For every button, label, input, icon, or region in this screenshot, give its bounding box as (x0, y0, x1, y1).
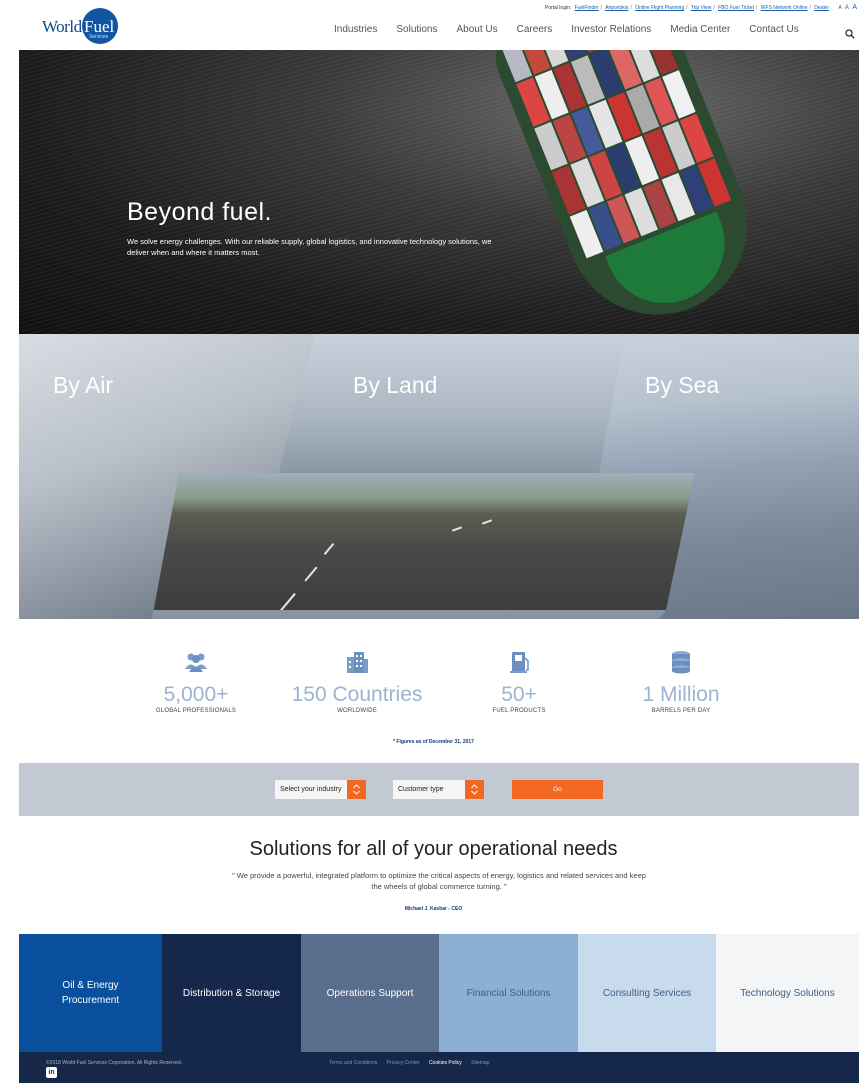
industry-select[interactable]: Select your industry (275, 780, 366, 799)
portal-link-flight-planning[interactable]: Online Flight Planning (635, 5, 684, 11)
portal-link-wfs-network[interactable]: WFS Network Online (761, 5, 808, 11)
chevron-up-down-icon (353, 784, 360, 795)
portal-link-airportskis[interactable]: Airportskis (605, 5, 628, 11)
stat-professionals-number: 5,000+ (163, 683, 229, 706)
top-utility-bar: Portal login: FuelFinder / Airportskis / O… (0, 4, 867, 14)
hero-subtitle: We solve energy challenges. With our rel… (127, 237, 492, 257)
logo-world-text: World (42, 17, 82, 36)
customer-type-select[interactable]: Customer type (393, 780, 484, 799)
font-size-controls: A A A (836, 4, 857, 11)
stat-fuel-products: 50+ FUEL PRODUCTS (439, 650, 599, 714)
industry-select-arrow[interactable] (347, 780, 366, 799)
tile-label: Financial Solutions (466, 987, 551, 999)
world-fuel-logo[interactable]: World Fuel Services (42, 8, 122, 46)
solutions-title: Solutions for all of your operational ne… (249, 838, 618, 860)
tile-label: Distribution & Storage (182, 987, 281, 999)
portal-link-fbo-fuel-ticket[interactable]: FBO Fuel Ticket (718, 5, 754, 11)
footer-links: Terms and Conditions Privacy Center Cook… (329, 1060, 497, 1066)
footer-link-privacy[interactable]: Privacy Center (387, 1060, 420, 1066)
tile-distribution-storage[interactable]: Distribution & Storage (162, 934, 301, 1052)
barrels-icon (672, 651, 690, 674)
tile-consulting-services[interactable]: Consulting Services (578, 934, 716, 1052)
by-sea-label[interactable]: By Sea (645, 372, 719, 399)
stat-barrels-number: 1 Million (642, 683, 720, 706)
portal-link-fuelfinder[interactable]: FuelFinder (575, 5, 599, 11)
road-image (152, 473, 695, 610)
industry-select-value: Select your industry (280, 786, 342, 793)
tile-financial-solutions[interactable]: Financial Solutions (439, 934, 578, 1052)
company-stats: 5,000+ GLOBAL PROFESSIONALS 150 Countrie… (0, 650, 867, 730)
stat-countries-caption: WORLDWIDE (337, 708, 377, 714)
stat-countries-number: 150 Countries (291, 683, 423, 706)
linkedin-icon[interactable]: in (46, 1067, 57, 1078)
footer-link-sitemap[interactable]: Sitemap (471, 1060, 489, 1066)
nav-solutions[interactable]: Solutions (396, 24, 437, 35)
logo-services-text: Services (89, 34, 109, 40)
main-nav: Industries Solutions About Us Careers In… (334, 24, 818, 35)
stat-countries: 150 Countries WORLDWIDE (277, 650, 437, 714)
stat-barrels: 1 Million BARRELS PER DAY (601, 650, 761, 714)
portal-link-dealer[interactable]: Dealer (814, 5, 829, 11)
stat-professionals: 5,000+ GLOBAL PROFESSIONALS (116, 650, 276, 714)
solution-tiles: Oil & Energy Procurement Distribution & … (19, 934, 859, 1052)
tile-operations-support[interactable]: Operations Support (301, 934, 439, 1052)
customer-type-arrow[interactable] (465, 780, 484, 799)
nav-contact-us[interactable]: Contact Us (749, 24, 798, 35)
tile-label: Operations Support (326, 987, 414, 999)
stat-professionals-caption: GLOBAL PROFESSIONALS (155, 708, 237, 714)
nav-investor-relations[interactable]: Investor Relations (571, 24, 651, 35)
portal-link-trip-view[interactable]: Trip View (691, 5, 712, 11)
building-icon (347, 652, 368, 673)
footer: ©2018 World Fuel Services Corporation. A… (19, 1052, 859, 1083)
stat-fuel-products-caption: FUEL PRODUCTS (492, 708, 546, 714)
fuel-pump-icon (510, 652, 529, 673)
stat-barrels-caption: BARRELS PER DAY (651, 708, 711, 714)
tile-label: Technology Solutions (740, 987, 835, 999)
nav-careers[interactable]: Careers (517, 24, 553, 35)
font-size-medium[interactable]: A (845, 5, 849, 11)
stat-fuel-products-number: 50+ (501, 683, 537, 706)
nav-media-center[interactable]: Media Center (670, 24, 730, 35)
people-icon (185, 653, 207, 672)
font-size-small[interactable]: A (838, 5, 841, 11)
chevron-up-down-icon (471, 784, 478, 795)
industry-filter-bar: Select your industry Customer type Go (19, 763, 859, 816)
portal-label: Portal login: (544, 5, 572, 11)
hero-title: Beyond fuel. (127, 198, 272, 226)
footer-link-terms[interactable]: Terms and Conditions (329, 1060, 377, 1066)
copyright: ©2018 World Fuel Services Corporation. A… (46, 1060, 183, 1066)
hero-banner: Beyond fuel. We solve energy challenges.… (19, 50, 859, 334)
go-button[interactable]: Go (512, 780, 603, 799)
quote-author: Michael J. Kasbar - CEO (404, 906, 463, 912)
customer-type-value: Customer type (398, 786, 444, 793)
figures-note: * Figures as of December 31, 2017 (393, 739, 474, 745)
transport-panels: By Air By Land By Sea (19, 334, 859, 619)
ceo-quote: " We provide a powerful, integrated plat… (232, 871, 646, 891)
search-icon[interactable] (845, 29, 855, 39)
by-air-label[interactable]: By Air (53, 372, 113, 399)
portal-login-links: Portal login: FuelFinder / Airportskis / O… (544, 5, 829, 11)
tile-technology-solutions[interactable]: Technology Solutions (716, 934, 859, 1052)
font-size-large[interactable]: A (852, 4, 857, 11)
footer-link-cookies[interactable]: Cookies Policy (429, 1060, 462, 1066)
tile-label: Consulting Services (602, 987, 692, 999)
nav-about-us[interactable]: About Us (457, 24, 498, 35)
tile-oil-energy-procurement[interactable]: Oil & Energy Procurement (19, 934, 162, 1052)
by-land-label[interactable]: By Land (353, 372, 437, 399)
nav-industries[interactable]: Industries (334, 24, 377, 35)
tile-label: Oil & Energy Procurement (61, 980, 120, 1006)
